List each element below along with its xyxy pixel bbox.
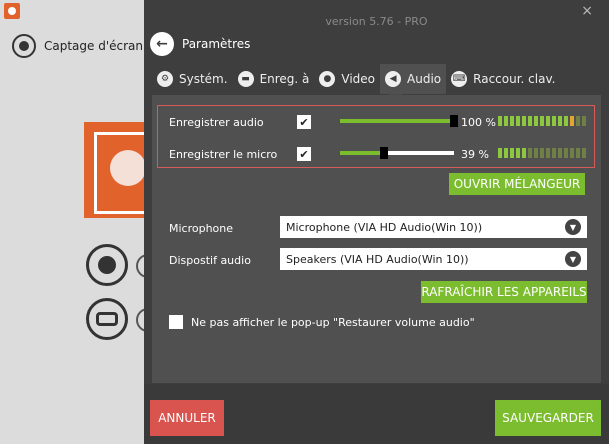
- capture-mode-selector[interactable]: Captage d'écran: [12, 34, 143, 58]
- record-mic-checkbox[interactable]: ✔: [297, 147, 311, 161]
- record-mic-label: Enregistrer le micro: [169, 147, 278, 161]
- record-icon: [12, 34, 36, 58]
- meter-segment: [546, 148, 550, 158]
- gear-icon: ⚙: [157, 71, 173, 87]
- record-icon: ●: [319, 71, 336, 87]
- audio-device-select[interactable]: Speakers (VIA HD Audio(Win 10)) ▼: [280, 248, 587, 270]
- game-mode-button[interactable]: [86, 298, 128, 340]
- keyboard-icon: ⌨: [451, 71, 468, 87]
- settings-panel: version 5.76 - PRO × ← Paramètres ⚙ Syst…: [144, 0, 609, 444]
- meter-segment: [534, 116, 538, 126]
- save-button[interactable]: SAUVEGARDER: [495, 400, 601, 436]
- meter-segment: [540, 116, 544, 126]
- tab-label: Audio: [407, 72, 442, 86]
- refresh-devices-button[interactable]: RAFRAÎCHIR LES APPAREILS: [421, 281, 587, 303]
- no-popup-checkbox[interactable]: [169, 315, 183, 329]
- tab-audio[interactable]: ◀ Audio: [380, 64, 447, 94]
- meter-segment: [498, 116, 502, 126]
- meter-segment: [576, 148, 580, 158]
- record-mic-row: Enregistrer le micro ✔: [169, 147, 311, 161]
- slider-fill: [340, 119, 454, 123]
- mic-volume-slider[interactable]: [340, 147, 454, 159]
- record-button-icon[interactable]: [86, 244, 128, 286]
- no-popup-row: Ne pas afficher le pop-up "Restaurer vol…: [169, 315, 475, 329]
- meter-segment: [522, 148, 526, 158]
- meter-segment: [504, 148, 508, 158]
- tab-save-to[interactable]: ▬ Enreg. à: [233, 64, 315, 94]
- meter-segment: [516, 116, 520, 126]
- audio-device-label: Dispostif audio: [169, 254, 251, 267]
- speaker-icon: ◀: [385, 71, 402, 87]
- audio-volume-value: 100 %: [461, 116, 496, 129]
- microphone-select[interactable]: Microphone (VIA HD Audio(Win 10)) ▼: [280, 216, 587, 238]
- capture-mode-label: Captage d'écran: [44, 39, 144, 53]
- cancel-button[interactable]: ANNULER: [150, 400, 224, 436]
- meter-segment: [570, 148, 574, 158]
- meter-segment: [516, 148, 520, 158]
- meter-segment: [570, 116, 574, 126]
- record-audio-checkbox[interactable]: ✔: [297, 115, 311, 129]
- folder-icon: ▬: [237, 71, 254, 87]
- meter-segment: [546, 116, 550, 126]
- meter-segment: [498, 148, 502, 158]
- back-navigation[interactable]: ← Paramètres: [150, 32, 250, 56]
- close-icon[interactable]: ×: [581, 3, 593, 19]
- no-popup-label: Ne pas afficher le pop-up "Restaurer vol…: [191, 315, 475, 329]
- meter-segment: [504, 116, 508, 126]
- tab-label: Raccour. clav.: [473, 72, 556, 86]
- record-audio-row: Enregistrer audio ✔: [169, 115, 311, 129]
- slider-fill: [340, 151, 385, 155]
- capture-thumbnail: [84, 122, 147, 218]
- app-logo-icon: [4, 3, 20, 19]
- audio-settings-content: Enregistrer audio ✔ 100 % Enregistrer le…: [152, 95, 601, 383]
- meter-segment: [564, 116, 568, 126]
- chevron-down-icon: ▼: [565, 219, 581, 235]
- meter-segment: [552, 148, 556, 158]
- mic-level-meter: [498, 148, 586, 158]
- gamepad-icon: [96, 312, 118, 326]
- tab-label: Video: [341, 72, 376, 86]
- tab-system[interactable]: ⚙ Systém.: [152, 64, 233, 94]
- meter-segment: [582, 148, 586, 158]
- audio-volume-slider[interactable]: [340, 115, 458, 127]
- meter-segment: [528, 116, 532, 126]
- meter-segment: [540, 148, 544, 158]
- tab-label: Enreg. à: [259, 72, 310, 86]
- footer-bar: ANNULER SAUVEGARDER: [144, 384, 609, 444]
- meter-segment: [582, 116, 586, 126]
- meter-segment: [522, 116, 526, 126]
- meter-segment: [558, 148, 562, 158]
- page-title: Paramètres: [182, 37, 251, 51]
- audio-level-meter: [498, 116, 586, 126]
- open-mixer-button[interactable]: OUVRIR MÉLANGEUR: [449, 173, 585, 195]
- meter-segment: [528, 148, 532, 158]
- audio-device-value: Speakers (VIA HD Audio(Win 10)): [286, 252, 469, 266]
- meter-segment: [510, 148, 514, 158]
- settings-tabs: ⚙ Systém. ▬ Enreg. à ● Video ◀ Audio ⌨ R…: [152, 64, 560, 94]
- meter-segment: [510, 116, 514, 126]
- tab-label: Systém.: [179, 72, 228, 86]
- tab-hotkeys[interactable]: ⌨ Raccour. clav.: [446, 64, 560, 94]
- meter-segment: [558, 116, 562, 126]
- mic-volume-value: 39 %: [461, 148, 489, 161]
- version-text: version 5.76 - PRO: [325, 15, 428, 28]
- back-arrow-icon[interactable]: ←: [150, 32, 174, 56]
- microphone-label: Microphone: [169, 222, 234, 235]
- tab-video[interactable]: ● Video: [314, 64, 380, 94]
- meter-segment: [534, 148, 538, 158]
- meter-segment: [564, 148, 568, 158]
- slider-thumb[interactable]: [450, 115, 458, 127]
- slider-thumb[interactable]: [380, 147, 389, 159]
- meter-segment: [576, 116, 580, 126]
- chevron-down-icon: ▼: [565, 251, 581, 267]
- record-audio-label: Enregistrer audio: [169, 115, 264, 129]
- microphone-value: Microphone (VIA HD Audio(Win 10)): [286, 220, 483, 234]
- meter-segment: [552, 116, 556, 126]
